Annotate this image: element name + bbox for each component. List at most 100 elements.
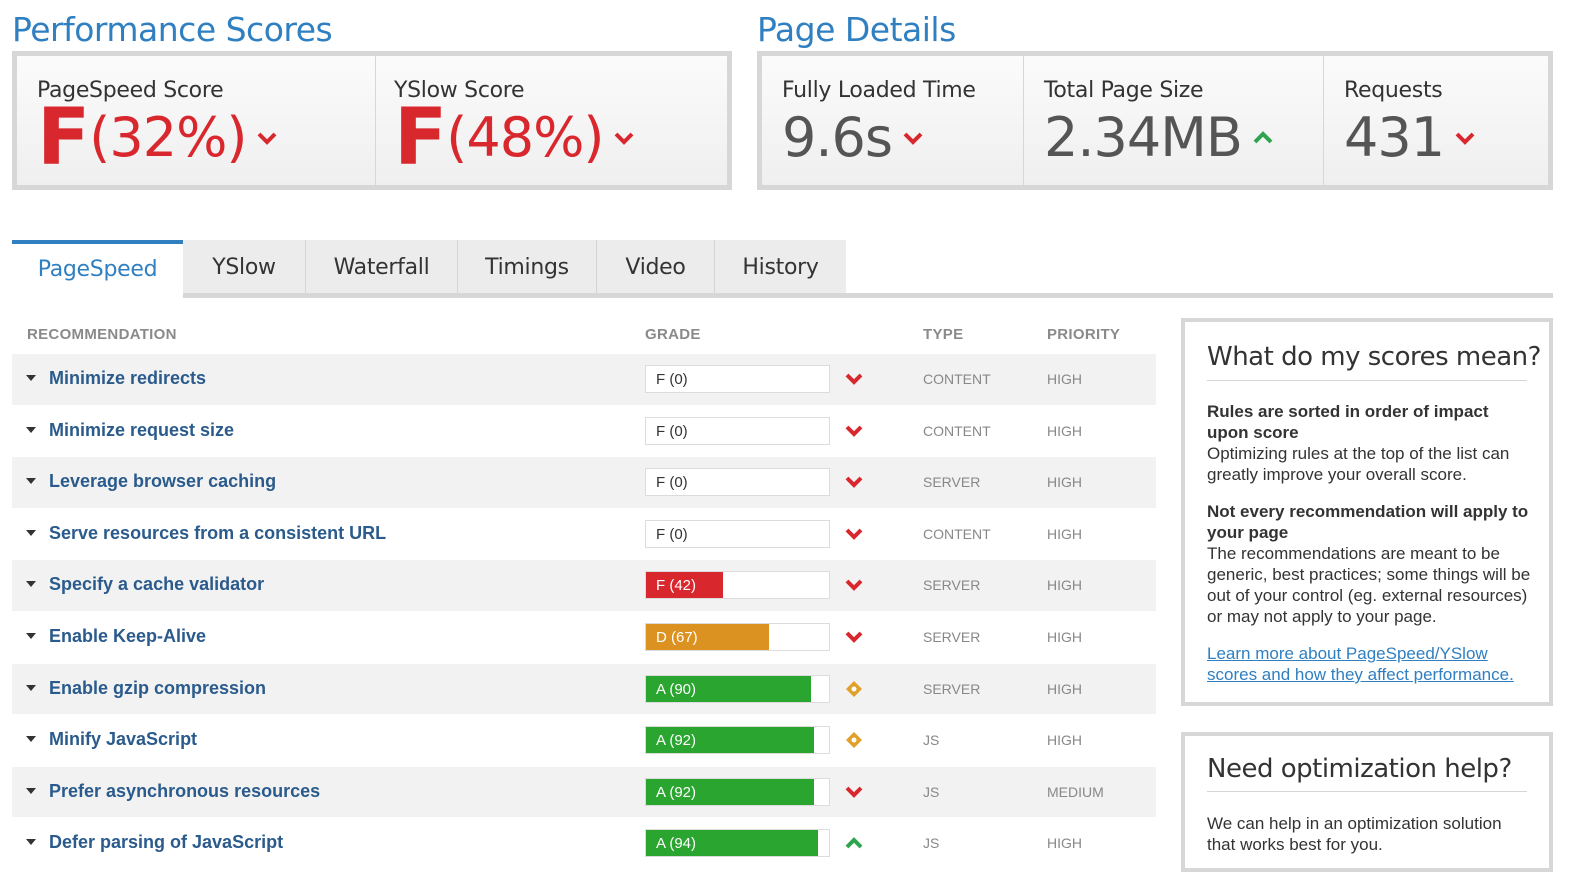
grade-bar: F (42) <box>645 571 830 600</box>
recommendation-name[interactable]: Enable Keep-Alive <box>49 626 206 647</box>
rule-type: CONTENT <box>923 525 991 542</box>
rule-priority: HIGH <box>1047 835 1082 852</box>
learn-more-link[interactable]: Learn more about PageSpeed/YSlow scores … <box>1207 643 1531 685</box>
fully-loaded-value-row: 9.6s <box>782 98 924 178</box>
header-recommendation[interactable]: RECOMMENDATION <box>27 326 177 343</box>
yslow-score-value: F (48%) <box>394 98 635 178</box>
rule-type: CONTENT <box>923 371 991 387</box>
table-row[interactable]: Specify a cache validator F (42) SERVER HIG… <box>12 560 1156 612</box>
rule-priority: HIGH <box>1047 680 1082 697</box>
tab-waterfall[interactable]: Waterfall <box>306 240 458 295</box>
trend-down-icon <box>903 132 923 145</box>
grade-value: D (67) <box>656 628 698 646</box>
yslow-score-cell: YSlow Score F (48%) <box>376 56 727 185</box>
expand-caret-icon[interactable] <box>26 375 36 381</box>
yslow-grade: F <box>394 93 447 183</box>
rule-priority: MEDIUM <box>1047 783 1104 800</box>
trend-up-icon <box>1253 131 1273 144</box>
page-details-panel: Fully Loaded Time 9.6s Total Page Size 2… <box>757 51 1553 190</box>
neutral-diamond-icon <box>846 680 862 697</box>
rule-priority: HIGH <box>1047 474 1082 491</box>
tab-video[interactable]: Video <box>597 240 715 295</box>
expand-caret-icon[interactable] <box>26 529 36 536</box>
recommendation-name[interactable]: Minimize redirects <box>49 368 206 389</box>
expand-caret-icon[interactable] <box>26 426 36 433</box>
trend-down-icon <box>845 425 863 437</box>
pagespeed-grade: F <box>37 93 90 183</box>
pagespeed-score-value: F (32%) <box>37 98 278 178</box>
rule-priority: HIGH <box>1047 422 1082 439</box>
rule-priority: HIGH <box>1047 628 1082 645</box>
page-size-value-row: 2.34MB <box>1044 98 1274 178</box>
table-row[interactable]: Enable Keep-Alive D (67) SERVER HIGH <box>12 611 1156 664</box>
expand-caret-icon[interactable] <box>26 736 36 743</box>
expand-caret-icon[interactable] <box>26 632 36 639</box>
table-row[interactable]: Defer parsing of JavaScript A (94) JS HIGH <box>12 818 1156 870</box>
expand-caret-icon[interactable] <box>26 478 36 485</box>
page-size-cell: Total Page Size 2.34MB <box>1024 56 1324 185</box>
table-row[interactable]: Minimize request size F (0) CONTENT HIGH <box>12 405 1156 458</box>
rule-type: SERVER <box>923 577 981 594</box>
tab-history[interactable]: History <box>715 240 846 295</box>
recommendation-name[interactable]: Prefer asynchronous resources <box>49 781 320 802</box>
scores-info-heading-2: Not every recommendation will apply to y… <box>1207 502 1529 542</box>
performance-scores-panel: PageSpeed Score F (32%) YSlow Score F (4… <box>12 51 732 190</box>
scores-info-title: What do my scores mean? <box>1207 342 1541 372</box>
recommendation-name[interactable]: Leverage browser caching <box>49 471 276 492</box>
header-priority[interactable]: PRIORITY <box>1047 326 1120 343</box>
header-grade[interactable]: GRADE <box>645 326 701 343</box>
expand-caret-icon[interactable] <box>26 787 36 794</box>
table-row[interactable]: Prefer asynchronous resources A (92) JS MED… <box>12 766 1156 819</box>
report-tabs: PageSpeed YSlow Waterfall Timings Video … <box>12 240 846 296</box>
rule-type: JS <box>923 783 940 800</box>
grade-value: F (0) <box>656 422 688 440</box>
requests-value: 431 <box>1344 106 1445 169</box>
trend-down-icon <box>845 579 863 592</box>
rule-type: SERVER <box>923 680 981 697</box>
fully-loaded-value: 9.6s <box>782 106 893 169</box>
grade-bar: F (0) <box>645 365 830 393</box>
grade-value: A (90) <box>656 680 697 698</box>
grade-value: F (0) <box>656 525 688 543</box>
table-row[interactable]: Leverage browser caching F (0) SERVER HIGH <box>12 457 1156 509</box>
scores-info-text-2: The recommendations are meant to be gene… <box>1207 544 1531 626</box>
trend-down-icon <box>845 631 863 643</box>
tab-timings[interactable]: Timings <box>458 240 597 295</box>
pagespeed-percent: (32%) <box>89 106 247 169</box>
scores-info-paragraph-2: Not every recommendation will apply to y… <box>1207 501 1531 627</box>
scores-info-heading-1: Rules are sorted in order of impact upon… <box>1207 402 1489 442</box>
expand-caret-icon[interactable] <box>26 839 36 846</box>
recommendation-name[interactable]: Specify a cache validator <box>49 574 264 595</box>
rule-type: CONTENT <box>923 422 991 439</box>
table-row[interactable]: Minify JavaScript A (92) JS HIGH <box>12 715 1156 767</box>
optimization-help-text: We can help in an optimization solution … <box>1207 814 1502 854</box>
scores-info-text-1: Optimizing rules at the top of the list … <box>1207 444 1510 484</box>
performance-scores-title: Performance Scores <box>12 10 333 49</box>
tab-pagespeed[interactable]: PageSpeed <box>12 240 183 295</box>
rule-priority: HIGH <box>1047 525 1082 542</box>
rule-type: JS <box>923 835 940 852</box>
expand-caret-icon[interactable] <box>26 684 36 691</box>
grade-value: A (94) <box>656 835 697 853</box>
recommendations-table-header: RECOMMENDATION GRADE TYPE PRIORITY <box>12 326 1156 346</box>
pagespeed-score-cell: PageSpeed Score F (32%) <box>17 56 376 185</box>
recommendation-name[interactable]: Enable gzip compression <box>49 678 266 699</box>
tab-yslow[interactable]: YSlow <box>183 240 306 295</box>
grade-value: F (42) <box>656 577 697 595</box>
grade-bar: D (67) <box>645 622 830 651</box>
grade-bar: F (0) <box>645 416 830 445</box>
header-type[interactable]: TYPE <box>923 326 963 343</box>
table-row[interactable]: Serve resources from a consistent URL F (… <box>12 508 1156 561</box>
table-row[interactable]: Minimize redirects F (0) CONTENT HIGH <box>12 354 1156 406</box>
recommendation-name[interactable]: Serve resources from a consistent URL <box>49 523 386 544</box>
recommendation-name[interactable]: Minimize request size <box>49 420 234 441</box>
trend-down-icon <box>615 132 634 145</box>
recommendation-name[interactable]: Minify JavaScript <box>49 729 197 750</box>
recommendation-name[interactable]: Defer parsing of JavaScript <box>49 832 283 853</box>
table-row[interactable]: Enable gzip compression A (90) SERVER HIGH <box>12 663 1156 716</box>
grade-value: F (0) <box>656 371 688 388</box>
grade-bar: A (94) <box>645 829 830 858</box>
scores-info-divider <box>1207 380 1527 381</box>
expand-caret-icon[interactable] <box>26 581 36 588</box>
trend-down-icon <box>258 132 277 145</box>
